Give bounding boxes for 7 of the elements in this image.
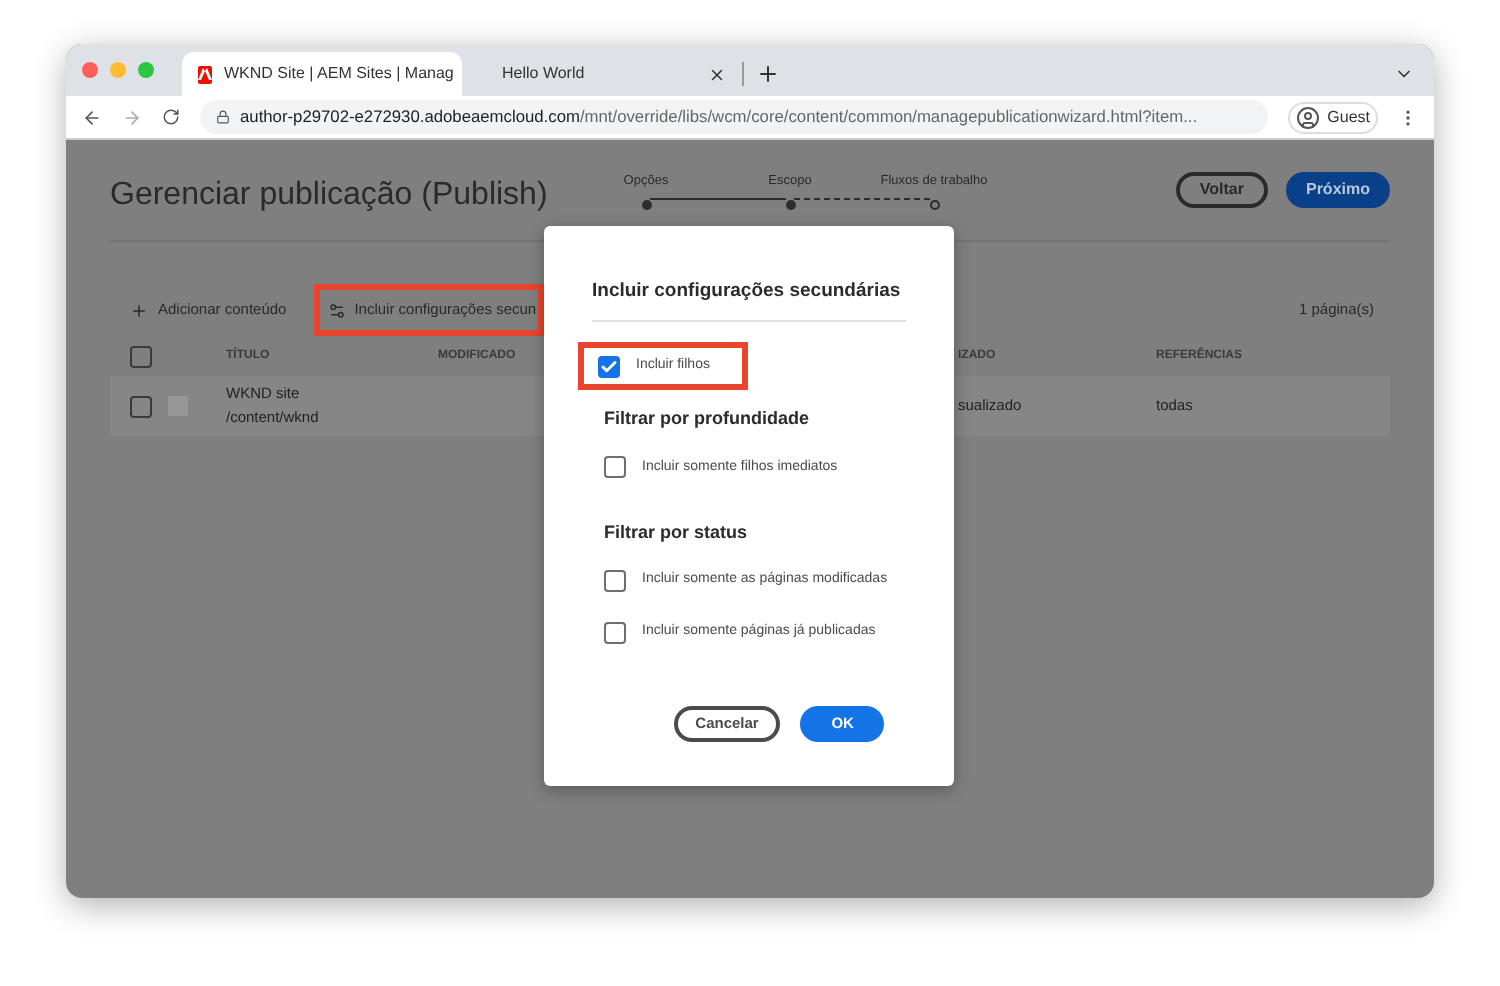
tab-title: WKND Site | AEM Sites | Manag — [224, 62, 454, 86]
dialog-title: Incluir configurações secundárias — [592, 278, 906, 323]
page-title: Gerenciar publicação (Publish) — [110, 176, 550, 216]
url-text: author-p29702-e272930.adobeaemcloud.com/mnt/override/libs/wcm/core/content/common/managepublicationwizard.html?item... — [240, 104, 1198, 130]
section-heading: Filtrar por status — [604, 519, 750, 546]
tab-title: Hello World — [500, 62, 587, 86]
section-heading: Filtrar por profundidade — [604, 406, 811, 433]
